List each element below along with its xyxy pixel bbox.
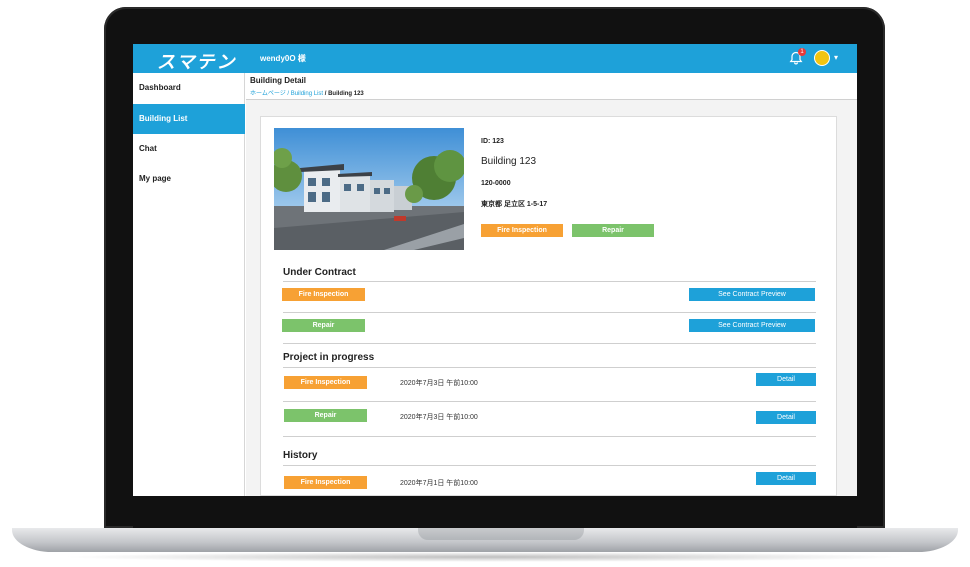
laptop-shadow [60, 552, 910, 562]
detail-button[interactable]: Detail [756, 411, 816, 424]
top-bar: スマテン wendy0O 様 1 ▾ [133, 44, 857, 73]
contract-row-tag[interactable]: Repair [282, 319, 365, 332]
progress-row-date: 2020年7月3日 午前10:00 [400, 380, 478, 387]
detail-button[interactable]: Detail [756, 373, 816, 386]
divider [283, 343, 816, 344]
history-row-tag[interactable]: Fire Inspection [284, 476, 367, 489]
section-under-contract-title: Under Contract [283, 267, 356, 278]
divider [283, 281, 816, 282]
breadcrumb-current: Building 123 [328, 91, 364, 97]
divider [283, 367, 816, 368]
screen-bezel-bottom [133, 496, 857, 528]
progress-row-tag[interactable]: Fire Inspection [284, 376, 367, 389]
see-contract-preview-button[interactable]: See Contract Preview [689, 319, 815, 332]
chevron-down-icon[interactable]: ▾ [834, 53, 838, 62]
app-logo[interactable]: スマテン [157, 48, 236, 74]
divider [283, 465, 816, 466]
sidebar-item-building-list[interactable]: Building List [133, 104, 245, 134]
contract-row-tag[interactable]: Fire Inspection [282, 288, 365, 301]
sidebar: Dashboard Building List Chat My page [133, 73, 245, 496]
sidebar-item-dashboard[interactable]: Dashboard [133, 73, 245, 103]
building-address: 東京都 足立区 1-5-17 [481, 201, 548, 208]
breadcrumb-building-list[interactable]: Building List [291, 91, 323, 97]
building-name: Building 123 [481, 156, 537, 167]
see-contract-preview-button[interactable]: See Contract Preview [689, 288, 815, 301]
building-id: ID: 123 [481, 138, 504, 145]
divider [283, 436, 816, 437]
breadcrumb: ホームページ / Building List / Building 123 [250, 88, 364, 97]
sidebar-item-my-page[interactable]: My page [133, 164, 245, 194]
avatar[interactable] [814, 50, 830, 66]
page-header: Building Detail ホームページ / Building List /… [246, 73, 857, 100]
laptop-notch [418, 528, 584, 540]
building-photo [274, 128, 464, 250]
section-in-progress-title: Project in progress [283, 352, 375, 363]
notification-badge: 1 [798, 48, 806, 56]
tag-repair[interactable]: Repair [572, 224, 654, 237]
progress-row-tag[interactable]: Repair [284, 409, 367, 422]
detail-button[interactable]: Detail [756, 472, 816, 485]
section-history-title: History [283, 450, 318, 461]
divider [283, 401, 816, 402]
user-name: wendy0O 様 [260, 54, 306, 63]
tag-fire-inspection[interactable]: Fire Inspection [481, 224, 563, 237]
page-title: Building Detail [250, 76, 306, 85]
progress-row-date: 2020年7月3日 午前10:00 [400, 414, 478, 421]
history-row-date: 2020年7月1日 午前10:00 [400, 480, 478, 487]
sidebar-item-chat[interactable]: Chat [133, 134, 245, 164]
divider [283, 312, 816, 313]
breadcrumb-home[interactable]: ホームページ [250, 91, 286, 97]
building-postal: 120-0000 [481, 180, 511, 187]
